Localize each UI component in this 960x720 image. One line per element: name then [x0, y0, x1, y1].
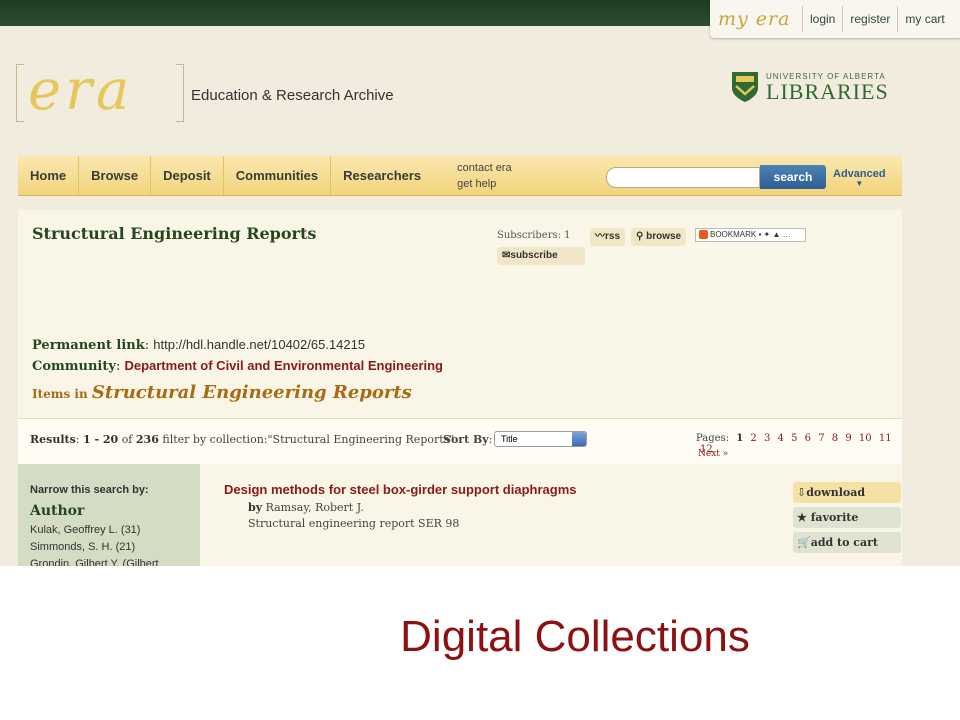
login-link[interactable]: login	[802, 6, 842, 32]
contact-era-link[interactable]: contact era	[457, 160, 511, 176]
page-link-2[interactable]: 2	[750, 433, 756, 444]
facet-item[interactable]: Grondin, Gilbert Y. (Gilbert	[30, 558, 159, 566]
facet-item[interactable]: Simmonds, S. H. (21)	[30, 541, 135, 553]
collection-title: Structural Engineering Reports	[32, 224, 317, 243]
logo-word: era	[28, 58, 134, 123]
bookmark-icon	[699, 230, 708, 240]
browse-label: browse	[646, 231, 682, 242]
nav-communities[interactable]: Communities	[224, 156, 332, 195]
facet-item[interactable]: Kulak, Geoffrey L. (31)	[30, 524, 140, 536]
page-link-1: 1	[736, 433, 744, 444]
nav-deposit[interactable]: Deposit	[151, 156, 224, 195]
narrow-search-label: Narrow this search by:	[30, 484, 149, 496]
page-link-3[interactable]: 3	[764, 433, 770, 444]
ua-libraries-text: LIBRARIES	[766, 78, 889, 104]
slide-caption: Digital Collections	[400, 612, 750, 661]
nav-browse[interactable]: Browse	[79, 156, 152, 195]
results-filter: filter by collection:"Structural Enginee…	[162, 433, 455, 446]
era-logo[interactable]: era	[16, 58, 186, 126]
nav-researchers[interactable]: Researchers	[331, 156, 433, 195]
permanent-link-label: Permanent link	[32, 338, 145, 353]
download-label: download	[806, 486, 866, 499]
favorite-button[interactable]: ★ favorite	[793, 507, 901, 528]
download-icon: ⇩	[797, 486, 807, 499]
rss-button[interactable]: 〰rss	[590, 228, 626, 246]
subscribe-button[interactable]: ✉subscribe	[497, 247, 585, 265]
site-tagline: Education & Research Archive	[191, 87, 394, 104]
page-link-5[interactable]: 5	[791, 433, 797, 444]
rss-label: rss	[605, 231, 621, 242]
nav-home[interactable]: Home	[18, 156, 80, 195]
search-button[interactable]: search	[760, 165, 826, 189]
community-label: Community	[32, 359, 116, 374]
community-row: Community: Department of Civil and Envir…	[32, 358, 443, 374]
page-link-9[interactable]: 9	[845, 433, 851, 444]
subscribers-count: Subscribers: 1	[497, 230, 571, 241]
search-input[interactable]	[606, 167, 760, 188]
era-screenshot: my era login register my cart era Educat…	[0, 0, 960, 566]
collection-panel: Structural Engineering Reports Subscribe…	[18, 210, 902, 566]
by-label: by	[248, 501, 263, 514]
subscribe-label: subscribe	[510, 250, 558, 261]
rss-icon: 〰	[595, 231, 605, 242]
items-in-heading: Items in Structural Engineering Reports	[32, 382, 412, 403]
advanced-search-link[interactable]: Advanced ▼	[833, 168, 886, 188]
results-of: of	[121, 433, 133, 446]
add-to-cart-label: add to cart	[810, 536, 878, 549]
results-range: 1 - 20	[83, 433, 119, 446]
my-era-brand[interactable]: my era	[710, 8, 802, 30]
cart-icon: 🛒	[797, 536, 811, 549]
nav-help-links: contact era get help	[433, 156, 511, 195]
get-help-link[interactable]: get help	[457, 176, 511, 192]
chevron-down-icon: ▼	[855, 179, 864, 188]
page-link-8[interactable]: 8	[832, 433, 838, 444]
add-to-cart-button[interactable]: 🛒add to cart	[793, 532, 901, 553]
sort-label: Sort By:	[443, 433, 493, 446]
results-summary: Results: 1 - 20 of 236 filter by collect…	[30, 433, 455, 446]
shield-icon	[732, 72, 758, 102]
result-item-series: Structural engineering report SER 98	[248, 517, 460, 530]
ua-libraries-logo[interactable]: UNIVERSITY OF ALBERTA LIBRARIES	[730, 70, 889, 104]
sort-select[interactable]: Title	[494, 431, 587, 447]
community-link[interactable]: Department of Civil and Environmental En…	[124, 358, 443, 373]
author-facet-heading: Author	[30, 503, 85, 519]
results-bar: Results: 1 - 20 of 236 filter by collect…	[18, 418, 902, 464]
results-label: Results	[30, 433, 76, 446]
sort-by-text: Sort By	[443, 433, 489, 446]
result-item-title[interactable]: Design methods for steel box-girder supp…	[224, 482, 577, 497]
logo-bracket-left	[16, 64, 24, 122]
page-link-11[interactable]: 11	[879, 433, 892, 444]
page-link-6[interactable]: 6	[805, 433, 811, 444]
facet-sidebar: Narrow this search by: Author Kulak, Geo…	[18, 464, 200, 566]
browse-button[interactable]: ⚲ browse	[631, 228, 687, 246]
register-link[interactable]: register	[842, 6, 897, 32]
page-link-4[interactable]: 4	[778, 433, 784, 444]
page-link-7[interactable]: 7	[818, 433, 824, 444]
author-name: Ramsay, Robert J.	[265, 501, 364, 514]
permanent-link-url[interactable]: http://hdl.handle.net/10402/65.14215	[153, 337, 365, 352]
items-in-collection: Structural Engineering Reports	[91, 382, 412, 403]
download-button[interactable]: ⇩download	[793, 482, 901, 503]
account-tab: my era login register my cart	[710, 0, 960, 38]
sort-value: Title	[501, 434, 518, 444]
my-cart-link[interactable]: my cart	[897, 6, 951, 32]
bookmark-label: BOOKMARK	[710, 230, 757, 239]
items-in-label: Items in	[32, 387, 88, 401]
logo-bracket-right	[176, 64, 184, 122]
select-arrow-icon	[572, 432, 586, 446]
next-page-link[interactable]: Next »	[698, 449, 728, 459]
pages-label: Pages:	[696, 433, 730, 444]
favorite-label: favorite	[810, 511, 859, 524]
page-link-10[interactable]: 10	[859, 433, 872, 444]
bookmark-widget[interactable]: BOOKMARK ▪ ✦ ▲ …	[695, 228, 806, 242]
permanent-link-row: Permanent link: http://hdl.handle.net/10…	[32, 337, 366, 353]
result-item-author: by Ramsay, Robert J.	[248, 501, 364, 514]
star-icon: ★	[797, 511, 811, 524]
magnifier-icon: ⚲	[636, 231, 647, 242]
results-total: 236	[135, 433, 159, 446]
